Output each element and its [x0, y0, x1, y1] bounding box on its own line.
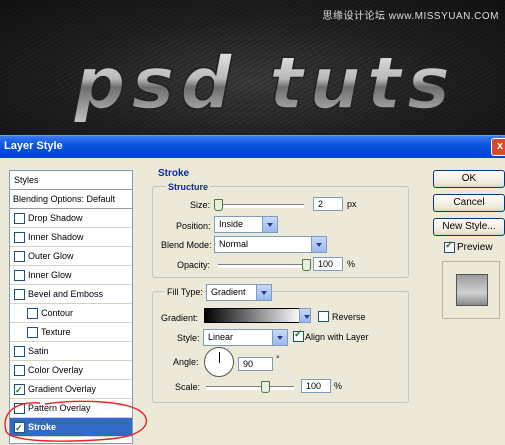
opacity-slider-thumb[interactable] — [302, 259, 311, 271]
style-item-satin[interactable]: Satin — [10, 342, 132, 361]
scale-slider-track[interactable] — [206, 386, 294, 390]
scale-slider-thumb[interactable] — [260, 381, 270, 393]
blending-options-item[interactable]: Blending Options: Default — [10, 190, 132, 209]
style-item-contour[interactable]: Contour — [10, 304, 132, 323]
style-item-bevel-and-emboss[interactable]: Bevel and Emboss — [10, 285, 132, 304]
style-item-checkbox[interactable] — [14, 346, 25, 357]
style-item-checkbox[interactable] — [14, 365, 25, 376]
style-label: Style: — [177, 333, 200, 343]
chevron-down-icon — [311, 237, 326, 252]
style-select[interactable]: Linear — [203, 329, 288, 346]
preview-label: Preview — [457, 242, 493, 253]
style-item-inner-glow[interactable]: Inner Glow — [10, 266, 132, 285]
position-value: Inside — [219, 219, 244, 229]
reverse-label: Reverse — [332, 312, 366, 322]
size-slider-thumb[interactable] — [213, 199, 223, 211]
style-item-checkbox[interactable] — [14, 232, 25, 243]
style-item-label: Drop Shadow — [28, 213, 83, 223]
style-item-checkbox[interactable] — [14, 251, 25, 262]
chevron-down-icon — [262, 217, 277, 232]
style-item-color-overlay[interactable]: Color Overlay — [10, 361, 132, 380]
ok-button[interactable]: OK — [433, 170, 505, 188]
fill-type-label: Fill Type: — [165, 287, 205, 297]
style-item-drop-shadow[interactable]: Drop Shadow — [10, 209, 132, 228]
style-item-label: Inner Glow — [28, 270, 72, 280]
gradient-label: Gradient: — [161, 313, 199, 323]
angle-dial[interactable] — [204, 347, 234, 377]
style-item-checkbox[interactable] — [27, 327, 38, 338]
align-with-layer-checkbox[interactable] — [293, 329, 304, 342]
reverse-checkbox[interactable] — [318, 311, 329, 322]
chevron-down-icon — [299, 309, 310, 322]
style-item-outer-glow[interactable]: Outer Glow — [10, 247, 132, 266]
style-item-label: Satin — [28, 346, 49, 356]
size-slider-track[interactable] — [216, 204, 304, 208]
blend-mode-label: Blend Mode: — [161, 240, 212, 250]
angle-unit: ° — [276, 354, 280, 364]
gradient-preview[interactable] — [204, 308, 302, 323]
chevron-down-icon — [256, 285, 271, 300]
banner-image: 思缘设计论坛 www.MISSYUAN.COM psd tuts — [0, 0, 505, 135]
angle-label: Angle: — [173, 357, 199, 367]
style-item-texture[interactable]: Texture — [10, 323, 132, 342]
cancel-button[interactable]: Cancel — [433, 194, 505, 212]
blend-mode-value: Normal — [219, 239, 249, 249]
style-item-label: Contour — [41, 308, 74, 318]
style-item-checkbox[interactable] — [14, 270, 25, 281]
style-item-label: Bevel and Emboss — [28, 289, 104, 299]
style-item-checkbox[interactable] — [27, 308, 38, 319]
size-input[interactable]: 2 — [313, 197, 343, 211]
preview-thumbnail — [442, 261, 500, 319]
style-item-label: Outer Glow — [28, 251, 74, 261]
stroke-section-title: Stroke — [158, 168, 190, 179]
position-label: Position: — [176, 221, 211, 231]
angle-input[interactable]: 90 — [238, 357, 273, 371]
style-item-checkbox[interactable] — [14, 381, 25, 399]
opacity-slider-track[interactable] — [218, 264, 306, 268]
preview-checkbox[interactable] — [444, 240, 455, 253]
scale-label: Scale: — [175, 382, 201, 392]
scale-input[interactable]: 100 — [301, 379, 331, 393]
fill-type-value: Gradient — [211, 287, 246, 297]
styles-header[interactable]: Styles — [10, 171, 132, 190]
fill-type-select[interactable]: Gradient — [206, 284, 272, 301]
watermark-text: 思缘设计论坛 www.MISSYUAN.COM — [322, 11, 499, 22]
gradient-dropdown[interactable] — [299, 308, 311, 323]
banner-text: psd tuts — [73, 42, 456, 122]
position-select[interactable]: Inside — [214, 216, 278, 233]
opacity-input[interactable]: 100 — [313, 257, 343, 271]
style-value: Linear — [208, 332, 234, 342]
red-annotation-circle — [4, 400, 148, 442]
style-item-label: Texture — [41, 327, 71, 337]
blend-mode-select[interactable]: Normal — [214, 236, 327, 253]
size-unit: px — [347, 199, 357, 209]
style-item-checkbox[interactable] — [14, 213, 25, 224]
chevron-down-icon — [272, 330, 287, 345]
psd-tuts-logo: psd tuts — [72, 42, 456, 122]
size-label: Size: — [190, 200, 211, 210]
scale-unit: % — [334, 381, 343, 391]
style-item-label: Inner Shadow — [28, 232, 84, 242]
style-item-checkbox[interactable] — [14, 289, 25, 300]
dialog-title: Layer Style — [4, 140, 63, 152]
preview-swatch — [456, 274, 488, 306]
new-style-button[interactable]: New Style... — [433, 218, 505, 236]
align-with-layer-label: Align with Layer — [305, 332, 369, 342]
opacity-label: Opacity: — [177, 260, 211, 270]
style-item-label: Color Overlay — [28, 365, 84, 375]
structure-title: Structure — [166, 182, 211, 192]
opacity-unit: % — [347, 259, 356, 269]
close-button[interactable]: x — [491, 138, 505, 156]
style-item-inner-shadow[interactable]: Inner Shadow — [10, 228, 132, 247]
dialog-titlebar[interactable]: Layer Style x — [0, 135, 505, 158]
